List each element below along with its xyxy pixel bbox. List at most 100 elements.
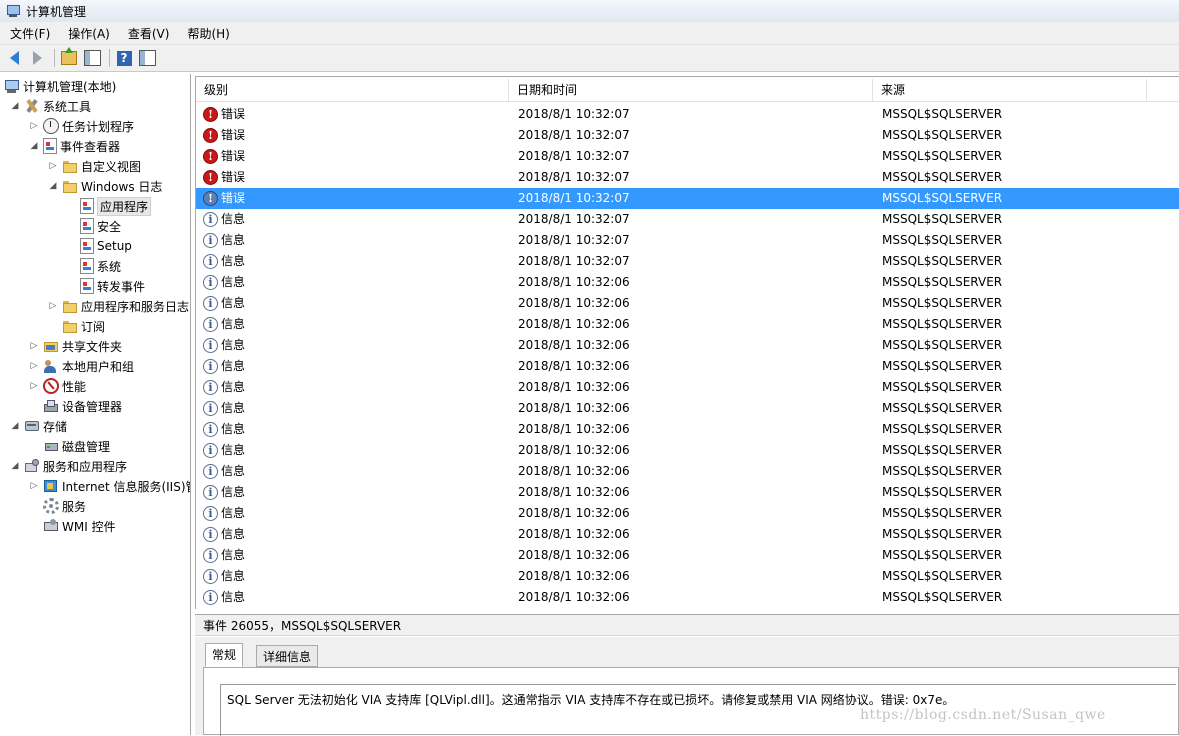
cell-source: MSSQL$SQLSERVER	[882, 296, 1003, 310]
cell-datetime: 2018/8/1 10:32:06	[518, 275, 630, 289]
forward-button[interactable]	[27, 48, 47, 68]
tree-item[interactable]: ▷ 共享文件夹	[29, 336, 122, 356]
table-row[interactable]: i 信息 2018/8/1 10:32:06 MSSQL$SQLSERVER	[196, 419, 1179, 440]
show-hide-action-pane-button[interactable]	[137, 48, 157, 68]
tree-item-label: 磁盘管理	[62, 439, 111, 454]
tree-item[interactable]: 订阅	[48, 316, 105, 336]
cell-datetime: 2018/8/1 10:32:07	[518, 254, 630, 268]
expand-arrow-icon[interactable]: ▷	[29, 381, 39, 391]
toolbar-separator	[109, 49, 110, 67]
table-row[interactable]: ! 错误 2018/8/1 10:32:07 MSSQL$SQLSERVER	[196, 167, 1179, 188]
cell-level: 信息	[221, 317, 246, 331]
expand-arrow-icon[interactable]: ▷	[29, 481, 39, 491]
table-row[interactable]: i 信息 2018/8/1 10:32:06 MSSQL$SQLSERVER	[196, 335, 1179, 356]
table-row[interactable]: i 信息 2018/8/1 10:32:06 MSSQL$SQLSERVER	[196, 272, 1179, 293]
back-button[interactable]	[4, 48, 24, 68]
tab-details[interactable]: 详细信息	[256, 645, 319, 667]
up-one-level-button[interactable]	[59, 47, 79, 68]
cell-source: MSSQL$SQLSERVER	[882, 443, 1003, 457]
action-pane-icon	[138, 50, 156, 66]
expand-arrow-icon[interactable]: ▷	[29, 121, 39, 131]
menu-file[interactable]: 文件(F)	[0, 25, 58, 42]
tree-item[interactable]: ◢ 系统工具	[10, 96, 91, 116]
table-row[interactable]: i 信息 2018/8/1 10:32:06 MSSQL$SQLSERVER	[196, 293, 1179, 314]
table-row[interactable]: i 信息 2018/8/1 10:32:06 MSSQL$SQLSERVER	[196, 398, 1179, 419]
tree-item[interactable]: WMI 控件	[29, 516, 116, 536]
tab-general[interactable]: 常规	[205, 643, 244, 667]
tree-item[interactable]: 磁盘管理	[29, 436, 110, 456]
info-icon: i	[203, 485, 218, 500]
cell-datetime: 2018/8/1 10:32:06	[518, 359, 630, 373]
info-icon: i	[203, 527, 218, 542]
cell-datetime: 2018/8/1 10:32:07	[518, 170, 630, 184]
table-row[interactable]: i 信息 2018/8/1 10:32:06 MSSQL$SQLSERVER	[196, 524, 1179, 545]
tree-item[interactable]: 转发事件	[66, 276, 145, 296]
table-row[interactable]: ! 错误 2018/8/1 10:32:07 MSSQL$SQLSERVER	[196, 188, 1179, 209]
table-row[interactable]: i 信息 2018/8/1 10:32:06 MSSQL$SQLSERVER	[196, 482, 1179, 503]
table-row[interactable]: i 信息 2018/8/1 10:32:06 MSSQL$SQLSERVER	[196, 566, 1179, 587]
collapse-arrow-icon[interactable]: ◢	[48, 181, 58, 191]
tree-item[interactable]: ◢ 存储	[10, 416, 67, 436]
tree-item[interactable]: ▷ 性能	[29, 376, 86, 396]
table-row[interactable]: i 信息 2018/8/1 10:32:06 MSSQL$SQLSERVER	[196, 314, 1179, 335]
cell-source: MSSQL$SQLSERVER	[882, 212, 1003, 226]
table-row[interactable]: ! 错误 2018/8/1 10:32:07 MSSQL$SQLSERVER	[196, 104, 1179, 125]
table-row[interactable]: ! 错误 2018/8/1 10:32:07 MSSQL$SQLSERVER	[196, 146, 1179, 167]
table-row[interactable]: i 信息 2018/8/1 10:32:07 MSSQL$SQLSERVER	[196, 251, 1179, 272]
tree-item[interactable]: ▷ Internet 信息服务(IIS)管	[29, 476, 190, 496]
cell-datetime: 2018/8/1 10:32:06	[518, 296, 630, 310]
tree-item[interactable]: 服务	[29, 496, 86, 516]
tree-item[interactable]: 系统	[66, 256, 121, 276]
table-row[interactable]: i 信息 2018/8/1 10:32:07 MSSQL$SQLSERVER	[196, 209, 1179, 230]
table-row[interactable]: i 信息 2018/8/1 10:32:07 MSSQL$SQLSERVER	[196, 230, 1179, 251]
tree-item[interactable]: 应用程序	[66, 196, 152, 216]
tree-item[interactable]: ▷ 应用程序和服务日志	[48, 296, 189, 316]
tree-item-label: 本地用户和组	[62, 359, 135, 374]
tree-item-label: 自定义视图	[81, 159, 142, 174]
tree-item[interactable]: 安全	[66, 216, 121, 236]
tree-item[interactable]: ▷ 本地用户和组	[29, 356, 134, 376]
table-row[interactable]: ! 错误 2018/8/1 10:32:07 MSSQL$SQLSERVER	[196, 125, 1179, 146]
column-header-level[interactable]: 级别	[196, 79, 509, 101]
cell-level: 信息	[221, 548, 246, 562]
column-header-datetime[interactable]: 日期和时间	[509, 79, 873, 101]
menu-view[interactable]: 查看(V)	[118, 25, 178, 42]
cell-datetime: 2018/8/1 10:32:06	[518, 380, 630, 394]
tree-item[interactable]: ◢ 服务和应用程序	[10, 456, 127, 476]
collapse-arrow-icon[interactable]: ◢	[10, 421, 20, 431]
log-icon	[80, 218, 94, 234]
cell-level: 错误	[221, 149, 246, 163]
expand-arrow-icon[interactable]: ▷	[29, 341, 39, 351]
expand-arrow-icon[interactable]: ▷	[48, 161, 58, 171]
table-row[interactable]: i 信息 2018/8/1 10:32:06 MSSQL$SQLSERVER	[196, 503, 1179, 524]
tree-item[interactable]: ◢ 事件查看器	[29, 136, 120, 156]
table-row[interactable]: i 信息 2018/8/1 10:32:06 MSSQL$SQLSERVER	[196, 461, 1179, 482]
tree-item[interactable]: 设备管理器	[29, 396, 122, 416]
menu-action[interactable]: 操作(A)	[58, 25, 118, 42]
collapse-arrow-icon[interactable]: ◢	[10, 101, 20, 111]
help-button[interactable]: ?	[114, 48, 134, 68]
table-row[interactable]: i 信息 2018/8/1 10:32:06 MSSQL$SQLSERVER	[196, 356, 1179, 377]
collapse-arrow-icon[interactable]: ◢	[10, 461, 20, 471]
tree-item[interactable]: Setup	[66, 236, 132, 256]
expand-arrow-icon[interactable]: ▷	[29, 361, 39, 371]
table-row[interactable]: i 信息 2018/8/1 10:32:06 MSSQL$SQLSERVER	[196, 440, 1179, 461]
collapse-arrow-icon[interactable]: ◢	[29, 141, 39, 151]
tree-item[interactable]: ▷ 任务计划程序	[29, 116, 134, 136]
column-header-source[interactable]: 来源	[873, 79, 1147, 101]
show-hide-console-tree-button[interactable]	[82, 48, 102, 68]
table-row[interactable]: i 信息 2018/8/1 10:32:06 MSSQL$SQLSERVER	[196, 377, 1179, 398]
info-icon: i	[203, 233, 218, 248]
tree-item[interactable]: 计算机管理(本地)	[4, 76, 116, 96]
tree-item-label: WMI 控件	[62, 519, 116, 534]
tree-item[interactable]: ◢ Windows 日志	[48, 176, 163, 196]
menu-help[interactable]: 帮助(H)	[177, 25, 237, 42]
tree-item-label: 系统	[97, 259, 122, 274]
table-row[interactable]: i 信息 2018/8/1 10:32:06 MSSQL$SQLSERVER	[196, 545, 1179, 566]
info-icon: i	[203, 422, 218, 437]
expand-arrow-icon[interactable]: ▷	[48, 301, 58, 311]
tree-item[interactable]: ▷ 自定义视图	[48, 156, 141, 176]
table-row[interactable]: i 信息 2018/8/1 10:32:06 MSSQL$SQLSERVER	[196, 587, 1179, 608]
